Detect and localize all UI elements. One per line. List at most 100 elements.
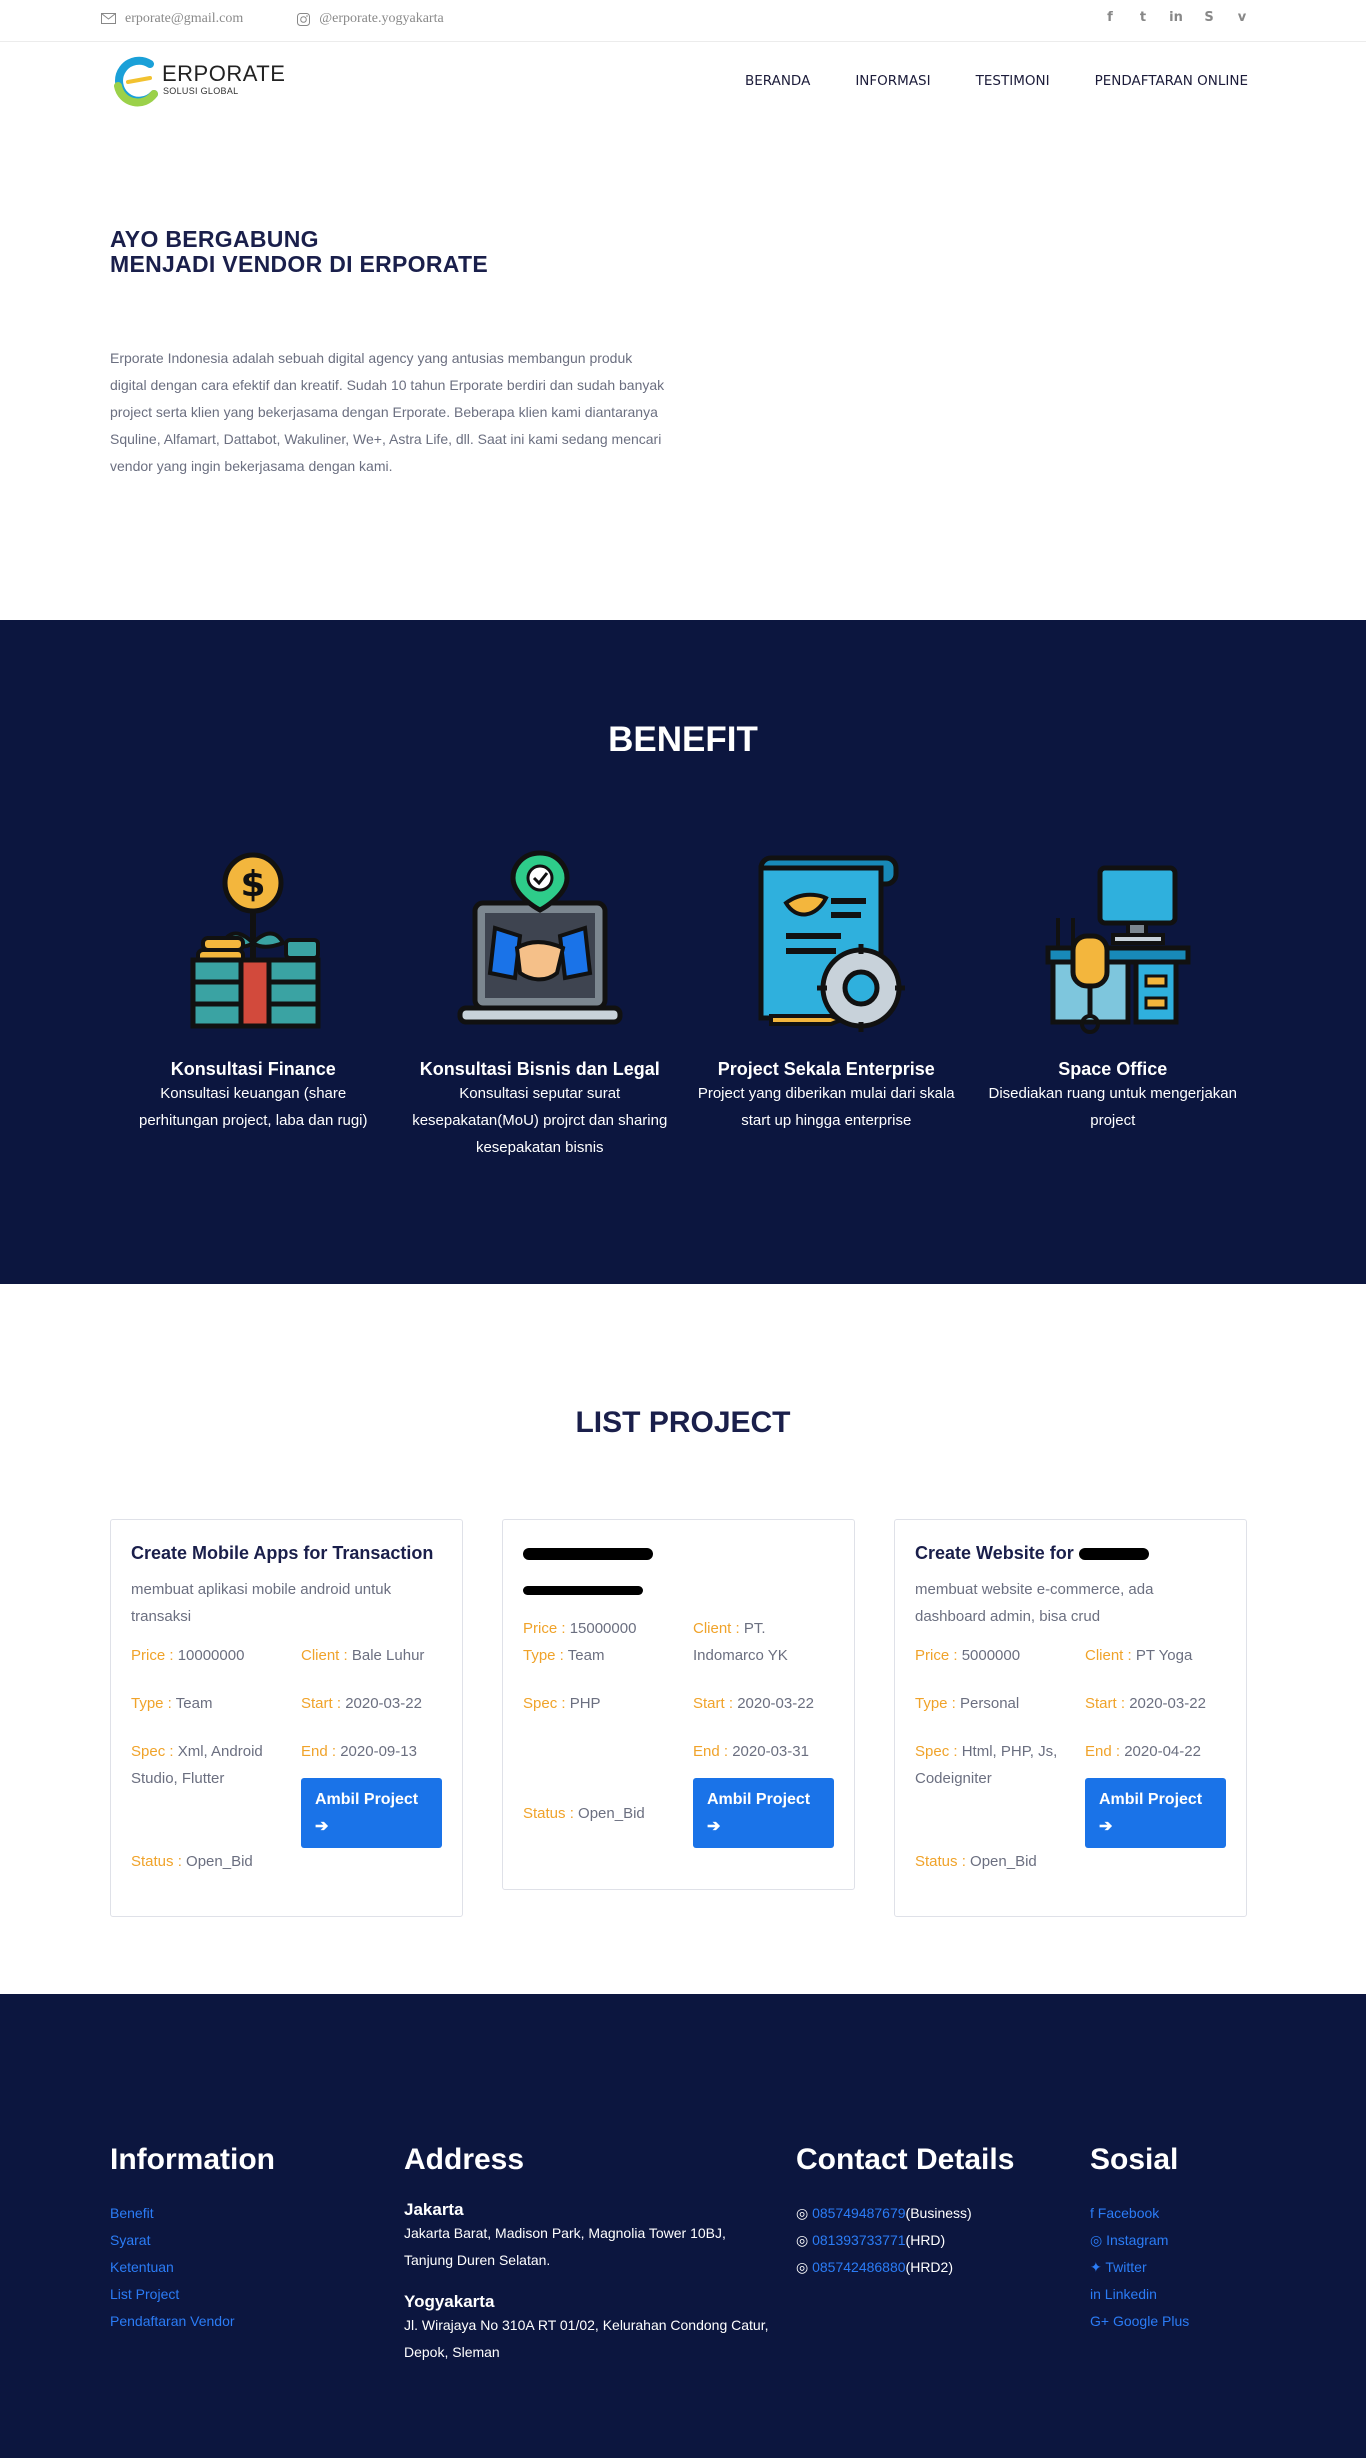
nav-item-pendaftaran-online[interactable]: PENDAFTARAN ONLINE [1095, 73, 1248, 89]
footer-heading: Contact Details [796, 2143, 1015, 2176]
address-jakarta: Jakarta Barat, Madison Park, Magnolia To… [404, 2225, 726, 2268]
linkedin-icon: in [1090, 2286, 1101, 2302]
end-field: End : 2020-03-31 Ambil Project ➔ [693, 1738, 834, 1848]
footer-link-benefit[interactable]: Benefit [110, 2200, 275, 2227]
start-field: Start : 2020-03-22 [1085, 1695, 1206, 1712]
footer-link-linkedin[interactable]: in Linkedin [1090, 2281, 1189, 2308]
email-text: erporate@gmail.com [125, 11, 244, 26]
footer-link-list-project[interactable]: List Project [110, 2281, 275, 2308]
benefit-card-enterprise: Project Sekala Enterprise Project yang d… [683, 848, 970, 1161]
vimeo-icon[interactable]: v [1234, 10, 1250, 25]
spec-field: Spec : Xml, Android Studio, Flutter [131, 1743, 263, 1787]
instagram-icon [297, 12, 311, 26]
client-field: Client : PT Yoga [1085, 1647, 1193, 1664]
redaction-mark [1078, 1548, 1149, 1561]
project-description: membuat website e-commerce, ada dashboar… [915, 1581, 1154, 1625]
google-plus-icon: G+ [1090, 2313, 1110, 2329]
footer-link-google-plus[interactable]: G+ Google Plus [1090, 2308, 1189, 2335]
hero-description: Erporate Indonesia adalah sebuah digital… [110, 350, 665, 474]
footer: Information Benefit Syarat Ketentuan Lis… [0, 1994, 1366, 2458]
instagram-contact[interactable]: @erporate.yogyakarta [297, 11, 444, 27]
benefit-title: Space Office [1058, 1059, 1168, 1079]
benefit-card-bisnis-legal: Konsultasi Bisnis dan Legal Konsultasi s… [397, 848, 684, 1161]
project-card: Create Website for membuat website e-com… [894, 1519, 1247, 1917]
benefit-title: Konsultasi Bisnis dan Legal [419, 1059, 660, 1079]
facebook-icon[interactable]: f [1102, 10, 1118, 25]
nav-item-testimoni[interactable]: TESTIMONI [976, 73, 1050, 89]
benefit-description: Project yang diberikan mulai dari skala … [697, 1085, 955, 1129]
project-title: Create Website for [915, 1540, 1226, 1566]
project-title: Create Mobile Apps for Transaction [131, 1543, 434, 1563]
whatsapp-icon: ◎ [796, 2232, 809, 2248]
end-field: End : 2020-04-22 Ambil Project ➔ [1085, 1738, 1226, 1848]
instagram-icon: ◎ [1090, 2232, 1103, 2248]
email-contact[interactable]: erporate@gmail.com [101, 11, 243, 27]
footer-link-instagram[interactable]: ◎ Instagram [1090, 2227, 1189, 2254]
end-field: End : 2020-09-13 Ambil Project ➔ [301, 1738, 442, 1848]
redaction-mark [523, 1548, 653, 1561]
status-field: Status : Open_Bid [131, 1853, 253, 1870]
nav-item-beranda[interactable]: BERANDA [745, 73, 810, 89]
footer-link-facebook[interactable]: f Facebook [1090, 2200, 1189, 2227]
footer-information: Information Benefit Syarat Ketentuan Lis… [110, 2143, 275, 2335]
start-field: Start : 2020-03-22 [301, 1695, 422, 1712]
footer-heading: Information [110, 2143, 275, 2176]
project-section: LIST PROJECT Create Mobile Apps for Tran… [0, 1284, 1366, 1994]
status-field: Status : Open_Bid [915, 1853, 1037, 1870]
benefit-card-space-office: Space Office Disediakan ruang untuk meng… [970, 848, 1257, 1161]
project-description: membuat aplikasi mobile android untuk tr… [131, 1581, 392, 1625]
skype-icon[interactable]: S [1201, 10, 1217, 25]
instagram-handle: @erporate.yogyakarta [319, 11, 444, 26]
benefit-title: Project Sekala Enterprise [717, 1059, 935, 1079]
handshake-laptop-icon [457, 850, 623, 1025]
benefit-section: BENEFIT $ Konsultasi Finance Konsultasi … [0, 620, 1366, 1284]
twitter-icon: ✦ [1090, 2259, 1102, 2275]
price-field: Price : 5000000 [915, 1647, 1021, 1664]
project-description-redacted [523, 1576, 834, 1603]
city-jakarta: Jakarta [404, 2200, 464, 2219]
nav-item-informasi[interactable]: INFORMASI [855, 73, 930, 89]
twitter-icon[interactable]: t [1135, 10, 1151, 25]
footer-heading: Sosial [1090, 2143, 1179, 2176]
ambil-project-button[interactable]: Ambil Project ➔ [1085, 1778, 1226, 1848]
client-field: Client : PT. Indomarco YK [693, 1620, 788, 1664]
footer-link-ketentuan[interactable]: Ketentuan [110, 2254, 275, 2281]
footer-address: Address Jakarta Jakarta Barat, Madison P… [404, 2143, 774, 2366]
client-field: Client : Bale Luhur [301, 1647, 425, 1664]
benefit-description: Konsultasi seputar surat kesepakatan(MoU… [412, 1085, 668, 1156]
start-field: Start : 2020-03-22 [693, 1695, 814, 1712]
benefit-card-finance: $ Konsultasi Finance Konsultasi keuangan… [110, 848, 397, 1161]
linkedin-icon[interactable]: in [1168, 10, 1184, 25]
project-heading: LIST PROJECT [575, 1406, 791, 1439]
logo-subtitle: SOLUSI GLOBAL [163, 86, 239, 96]
redaction-mark [523, 1585, 643, 1595]
document-gear-icon [758, 855, 906, 1032]
project-card: Create Mobile Apps for Transaction membu… [110, 1519, 463, 1917]
ambil-project-button[interactable]: Ambil Project ➔ [693, 1778, 834, 1848]
ambil-project-button[interactable]: Ambil Project ➔ [301, 1778, 442, 1848]
footer-link-syarat[interactable]: Syarat [110, 2227, 275, 2254]
spec-field: Spec : Html, PHP, Js, Codeigniter [915, 1743, 1058, 1787]
arrow-right-icon: ➔ [1099, 1818, 1113, 1835]
footer-link-twitter[interactable]: ✦ Twitter [1090, 2254, 1189, 2281]
city-yogyakarta: Yogyakarta [404, 2292, 495, 2311]
benefit-description: Konsultasi keuangan (share perhitungan p… [139, 1085, 368, 1129]
erporate-logo-icon [114, 56, 158, 107]
benefit-description: Disediakan ruang untuk mengerjakan proje… [988, 1085, 1238, 1129]
logo[interactable]: ERPORATE SOLUSI GLOBAL [110, 52, 290, 107]
address-yogyakarta: Jl. Wirajaya No 310A RT 01/02, Kelurahan… [404, 2317, 769, 2360]
type-field: Type : Personal [915, 1695, 1020, 1712]
office-desk-icon [1045, 865, 1191, 1034]
arrow-right-icon: ➔ [707, 1818, 721, 1835]
facebook-icon: f [1090, 2205, 1094, 2221]
hero-section: AYO BERGABUNG MENJADI VENDOR DI ERPORATE… [0, 124, 1366, 620]
footer-link-pendaftaran-vendor[interactable]: Pendaftaran Vendor [110, 2308, 275, 2335]
footer-contact: Contact Details ◎ 085749487679(Business)… [796, 2143, 1014, 2281]
main-nav: ERPORATE SOLUSI GLOBAL BERANDA INFORMASI… [0, 42, 1366, 124]
project-card: Price : 15000000 Client : PT. Indomarco … [502, 1519, 855, 1890]
hero-title-line2: MENJADI VENDOR DI ERPORATE [110, 251, 488, 277]
contact-hrd2: ◎ 085742486880(HRD2) [796, 2259, 953, 2275]
status-field: Status : Open_Bid [523, 1805, 645, 1822]
svg-text:$: $ [241, 864, 266, 905]
finance-icon: $ [190, 852, 321, 1029]
